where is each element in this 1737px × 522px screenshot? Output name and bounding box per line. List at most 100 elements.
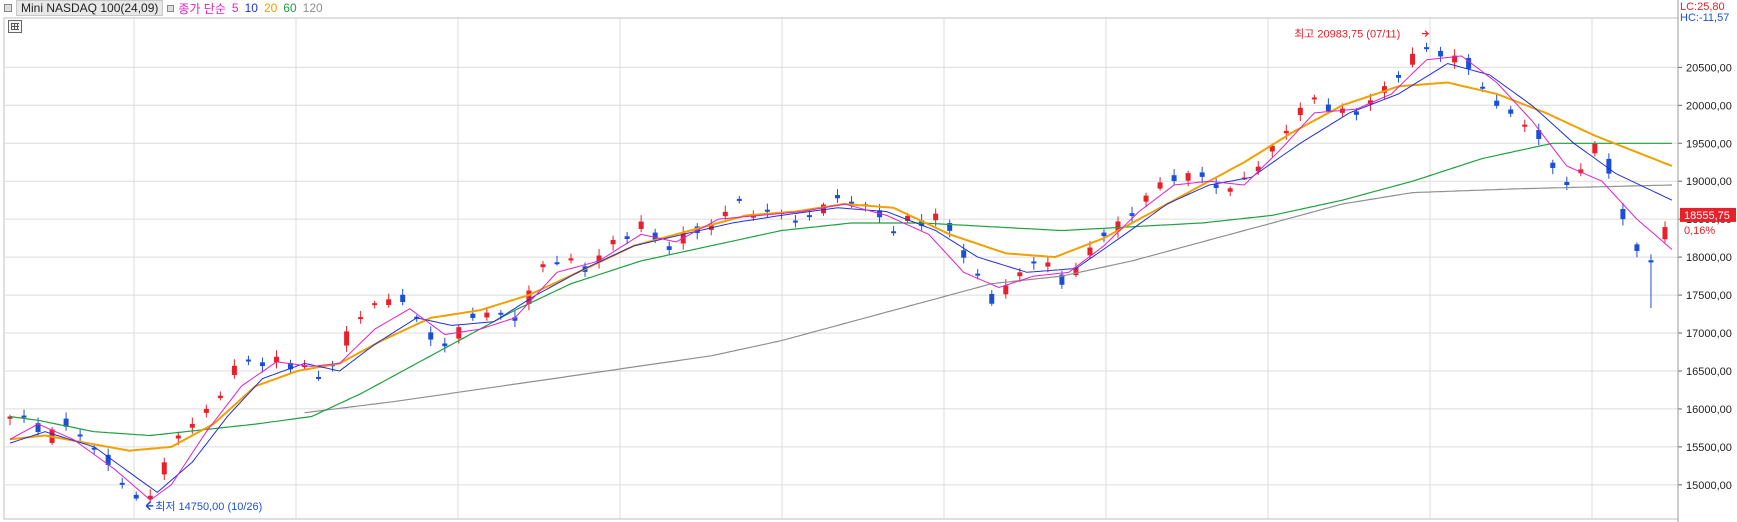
candle-body <box>1424 47 1430 50</box>
candle-body <box>1480 86 1486 89</box>
candle-body <box>1227 188 1233 192</box>
candle-body <box>624 236 630 240</box>
candle-body <box>1522 124 1528 127</box>
y-tick-label: 16000,00 <box>1686 404 1732 416</box>
candle-body <box>470 313 476 318</box>
candle-body <box>834 195 840 199</box>
candle-body <box>806 215 812 218</box>
y-tick-label: 18000,00 <box>1686 252 1732 264</box>
price-chart[interactable]: 15000,00 15500,00 16000,00 16500,00 17000,00… <box>0 0 1737 522</box>
candle-body <box>21 415 27 418</box>
candle-body <box>1508 109 1514 114</box>
candle-body <box>1494 100 1500 106</box>
candle-body <box>259 362 265 367</box>
last-price-change: 0,16% <box>1684 225 1715 237</box>
candle-body <box>189 423 195 428</box>
candle-body <box>1199 172 1205 177</box>
legend-square-icon <box>4 4 12 12</box>
y-tick-label: 15500,00 <box>1686 442 1732 454</box>
candle-body <box>386 299 392 305</box>
candle-body <box>638 221 644 229</box>
candle-body <box>400 294 406 303</box>
candle-body <box>1143 195 1149 202</box>
plot-area <box>3 17 1679 520</box>
candle-body <box>554 262 560 265</box>
candle-body <box>77 434 83 437</box>
candle-body <box>1325 104 1331 112</box>
y-tick-label: 17500,00 <box>1686 290 1732 302</box>
candle-body <box>161 462 167 475</box>
candle-body <box>498 312 504 315</box>
candle-body <box>1129 213 1135 216</box>
chart-tools-grid-icon[interactable] <box>8 20 22 33</box>
candle-body <box>1213 184 1219 188</box>
legend-ma-label: 종가 단순 <box>178 1 226 16</box>
candle-body <box>175 435 181 439</box>
candle-body <box>722 211 728 217</box>
candle-body <box>961 250 967 258</box>
candle-body <box>1087 247 1093 256</box>
candle-body <box>1564 181 1570 186</box>
candle-body <box>217 395 223 399</box>
y-tick-label: 16500,00 <box>1686 366 1732 378</box>
candle-body <box>428 332 434 340</box>
candle-body <box>1297 107 1303 115</box>
candle-body <box>203 408 209 413</box>
legend-ma10: 10 <box>244 1 258 15</box>
candle-body <box>231 365 237 376</box>
high-annotation: 최고 20983,75 (07/11) <box>1294 28 1400 41</box>
candle-body <box>1003 285 1009 295</box>
candle-body <box>442 343 448 347</box>
y-tick-label: 19000,00 <box>1686 176 1732 188</box>
chart-legend: Mini NASDAQ 100(24,09) 종가 단순 5 10 20 60 … <box>4 0 329 16</box>
candle-body <box>133 494 139 499</box>
y-tick-label: 19500,00 <box>1686 138 1732 150</box>
y-tick-label: 15000,00 <box>1686 480 1732 492</box>
candle-body <box>1283 130 1289 134</box>
y-tick-label: 17000,00 <box>1686 328 1732 340</box>
candle-body <box>820 204 826 214</box>
candle-body <box>1185 173 1191 181</box>
candle-body <box>891 231 897 234</box>
candle-body <box>568 258 574 261</box>
candle-body <box>1620 209 1626 220</box>
candle-body <box>1648 260 1654 263</box>
candle-body <box>540 264 546 268</box>
legend-ma60: 60 <box>283 1 297 15</box>
candle-body <box>344 331 350 346</box>
candle-body <box>119 482 125 485</box>
legend-ma20: 20 <box>263 1 278 15</box>
legend-ma-square-icon <box>167 4 175 12</box>
legend-ma120: 120 <box>302 1 323 15</box>
low-annotation: 최저 14750,00 (10/26) <box>155 500 262 513</box>
legend-instrument-title[interactable]: Mini NASDAQ 100(24,09) <box>16 0 164 16</box>
candle-body <box>1101 232 1107 237</box>
candle-body <box>1634 244 1640 251</box>
candle-body <box>764 209 770 212</box>
last-price-value: 18555,75 <box>1684 210 1730 222</box>
legend-ma5: 5 <box>231 1 239 15</box>
candle-body <box>358 317 364 320</box>
candle-body <box>1662 227 1668 240</box>
candle-body <box>1171 175 1177 181</box>
candle-body <box>1157 182 1163 189</box>
candle-body <box>975 273 981 276</box>
candle-body <box>933 213 939 221</box>
candle-body <box>1045 262 1051 267</box>
candle-body <box>1396 74 1402 78</box>
candle-body <box>245 359 251 362</box>
candle-body <box>1311 97 1317 100</box>
candle-body <box>989 293 995 304</box>
candle-body <box>1410 53 1416 65</box>
candle-body <box>1606 158 1612 174</box>
hc-readout: HC:-11,57 <box>1680 12 1729 24</box>
candle-body <box>1438 50 1444 57</box>
candle-body <box>372 303 378 306</box>
candle-body <box>1550 162 1556 168</box>
candle-body <box>1031 261 1037 264</box>
candle-body <box>736 198 742 201</box>
candle-body <box>1592 143 1598 154</box>
candle-body <box>610 239 616 245</box>
candle-body <box>484 312 490 318</box>
candle-body <box>1353 111 1359 115</box>
